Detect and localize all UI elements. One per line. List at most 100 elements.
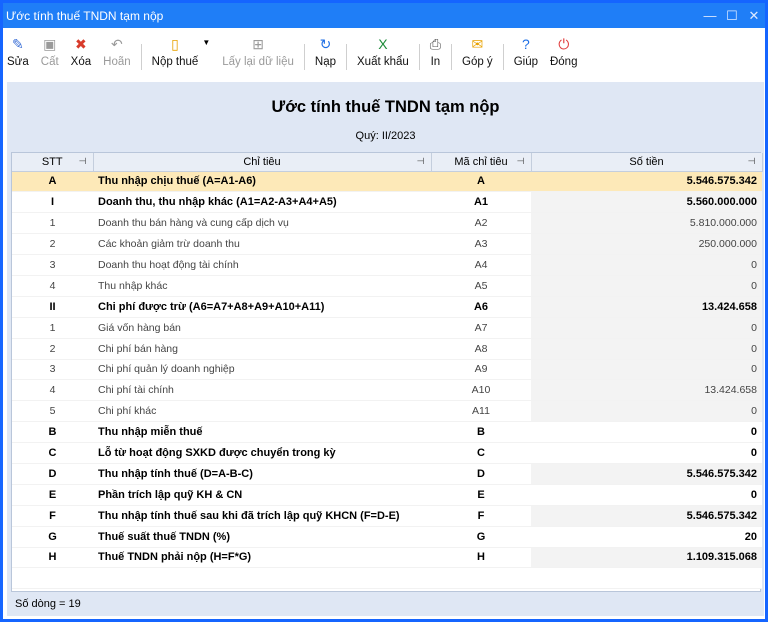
- cell-chitieu: Phần trích lập quỹ KH & CN: [93, 484, 431, 506]
- table-row[interactable]: E Phần trích lập quỹ KH & CN E 0: [12, 484, 762, 506]
- pin-icon[interactable]: ⊣: [517, 156, 525, 167]
- sua-button[interactable]: ✎ Sửa: [7, 34, 29, 69]
- column-header-stt[interactable]: STT ⊣: [12, 153, 94, 172]
- laylai-button[interactable]: ⊞ Lấy lại dữ liệu: [222, 34, 294, 69]
- cell-stt: 3: [12, 254, 93, 276]
- pin-icon[interactable]: ⊣: [748, 156, 756, 167]
- cell-sotien: 13.424.658: [531, 379, 762, 402]
- table-row[interactable]: H Thuế TNDN phải nộp (H=F*G) H 1.109.315.06…: [12, 547, 762, 569]
- pin-icon[interactable]: ⊣: [79, 156, 87, 167]
- table-row[interactable]: I Doanh thu, thu nhập khác (A1=A2-A3+A4+A…: [12, 191, 762, 214]
- cell-ma: A1: [431, 191, 531, 214]
- gopy-button[interactable]: ✉ Góp ý: [462, 34, 493, 69]
- cell-ma: A9: [431, 359, 531, 381]
- in-label: In: [430, 56, 441, 68]
- cell-stt: 5: [12, 400, 93, 423]
- table-row[interactable]: 4 Thu nhập khác A5 0: [12, 275, 762, 297]
- grid-header-row: STT ⊣ Chỉ tiêu ⊣ Mã chỉ tiêu ⊣ Số tiền ⊣: [12, 153, 763, 172]
- cell-sotien: 0: [531, 275, 762, 297]
- table-row[interactable]: D Thu nhập tính thuế (D=A-B-C) D 5.546.575.…: [12, 463, 762, 485]
- cell-ma: F: [431, 505, 531, 527]
- table-row[interactable]: 5 Chi phí khác A11 0: [12, 400, 762, 423]
- toolbar-separator: [303, 44, 305, 70]
- cell-ma: A10: [431, 379, 531, 402]
- table-row[interactable]: 4 Chi phí tài chính A10 13.424.658: [12, 379, 762, 402]
- cell-sotien[interactable]: 20: [531, 526, 762, 548]
- in-button[interactable]: ⎙ In: [429, 34, 441, 69]
- nap-button[interactable]: ↻ Nạp: [315, 34, 336, 69]
- table-row[interactable]: 1 Doanh thu bán hàng và cung cấp dịch vụ A…: [12, 212, 762, 235]
- cell-ma: A: [431, 171, 531, 193]
- table-row[interactable]: B Thu nhập miễn thuế B 0: [12, 421, 762, 444]
- close-button[interactable]: ✕: [743, 8, 765, 24]
- cat-icon: ▣: [43, 35, 57, 52]
- toolbar-separator: [140, 44, 142, 70]
- xuatkhau-button[interactable]: X Xuất khẩu: [357, 34, 409, 68]
- empty-cell: [431, 567, 531, 590]
- cell-ma: A11: [431, 400, 531, 423]
- giup-icon: ?: [521, 36, 530, 52]
- pin-icon[interactable]: ⊣: [417, 156, 425, 167]
- empty-cell: [12, 567, 93, 590]
- toolbar-separator: [346, 44, 347, 70]
- in-icon: ⎙: [429, 35, 441, 52]
- nopthue-button[interactable]: ▯ Nộp thuế: [152, 34, 199, 69]
- cell-ma: A3: [431, 233, 531, 256]
- column-header-chitieu[interactable]: Chỉ tiêu ⊣: [93, 153, 432, 172]
- table-row[interactable]: 2 Chi phí bán hàng A8 0: [12, 338, 762, 360]
- cell-stt: 1: [12, 317, 93, 339]
- cell-sotien: 0: [531, 317, 762, 339]
- window-title: Ước tính thuế TNDN tạm nộp: [6, 8, 164, 23]
- xuatkhau-label: Xuất khẩu: [357, 56, 409, 68]
- xoa-label: Xóa: [70, 56, 92, 68]
- table-row[interactable]: F Thu nhập tính thuế sau khi đã trích lập…: [12, 505, 762, 527]
- table-row[interactable]: G Thuế suất thuế TNDN (%) G 20: [12, 526, 762, 548]
- giup-button[interactable]: ? Giúp: [514, 34, 538, 68]
- table-row[interactable]: 2 Các khoản giảm trừ doanh thu A3 250.000.0…: [12, 233, 762, 256]
- maximize-button[interactable]: ☐: [721, 8, 743, 24]
- main-window: Ước tính thuế TNDN tạm nộp — ☐ ✕ ✎ Sửa ▣ Cấ…: [0, 0, 768, 622]
- gopy-icon: ✉: [471, 35, 484, 52]
- cell-stt: 3: [12, 359, 93, 381]
- table-row[interactable]: II Chi phí được trừ (A6=A7+A8+A9+A10+A11)…: [12, 296, 762, 318]
- cell-sotien[interactable]: 0: [531, 442, 762, 464]
- cell-ma: D: [431, 463, 531, 485]
- dropdown-caret-icon[interactable]: ▼: [202, 38, 210, 47]
- cell-stt: B: [12, 421, 93, 444]
- cell-stt: C: [12, 442, 93, 464]
- cell-stt: E: [12, 484, 93, 506]
- column-header-sotien[interactable]: Số tiền ⊣: [531, 153, 763, 172]
- giup-label: Giúp: [513, 56, 538, 68]
- cell-stt: I: [12, 191, 93, 214]
- dong-button[interactable]: ⏻ Đóng: [549, 34, 578, 69]
- cell-stt: 1: [12, 212, 93, 235]
- cell-sotien[interactable]: 0: [531, 421, 762, 444]
- table-row[interactable]: 3 Chi phí quản lý doanh nghiệp A9 0: [12, 359, 762, 381]
- cell-sotien: 0: [531, 359, 762, 381]
- column-header-ma[interactable]: Mã chỉ tiêu ⊣: [431, 153, 532, 172]
- cell-sotien[interactable]: 0: [531, 484, 762, 506]
- toolbar-separator: [451, 44, 452, 70]
- table-row[interactable]: 1 Giá vốn hàng bán A7 0: [12, 317, 762, 339]
- dong-icon: ⏻: [558, 35, 570, 52]
- data-grid[interactable]: STT ⊣ Chỉ tiêu ⊣ Mã chỉ tiêu ⊣ Số tiền ⊣ A Th…: [11, 152, 763, 592]
- dong-label: Đóng: [549, 56, 578, 68]
- hoan-button[interactable]: ↶ Hoãn: [103, 34, 131, 69]
- cell-chitieu: Doanh thu hoạt động tài chính: [93, 254, 431, 276]
- row-count-status: Số dòng = 19: [11, 594, 761, 614]
- cell-ma: G: [431, 526, 531, 548]
- empty-row: [12, 567, 762, 590]
- column-header-label: STT: [41, 155, 63, 168]
- minimize-button[interactable]: —: [699, 8, 721, 23]
- table-row[interactable]: A Thu nhập chịu thuế (A=A1-A6) A 5.546.575.…: [12, 171, 762, 193]
- table-row[interactable]: C Lỗ từ hoạt động SXKD được chuyển trong …: [12, 442, 762, 464]
- cell-ma: A7: [431, 317, 531, 339]
- cell-sotien: 13.424.658: [531, 296, 762, 318]
- xoa-button[interactable]: ✖ Xóa: [70, 34, 92, 69]
- table-row[interactable]: 3 Doanh thu hoạt động tài chính A4 0: [12, 254, 762, 276]
- cell-chitieu: Thu nhập tính thuế (D=A-B-C): [93, 463, 431, 485]
- cell-stt: G: [12, 526, 93, 548]
- cat-button[interactable]: ▣ Cất: [41, 34, 59, 69]
- cell-chitieu: Chi phí được trừ (A6=A7+A8+A9+A10+A11): [93, 296, 431, 318]
- nap-icon: ↻: [319, 35, 332, 52]
